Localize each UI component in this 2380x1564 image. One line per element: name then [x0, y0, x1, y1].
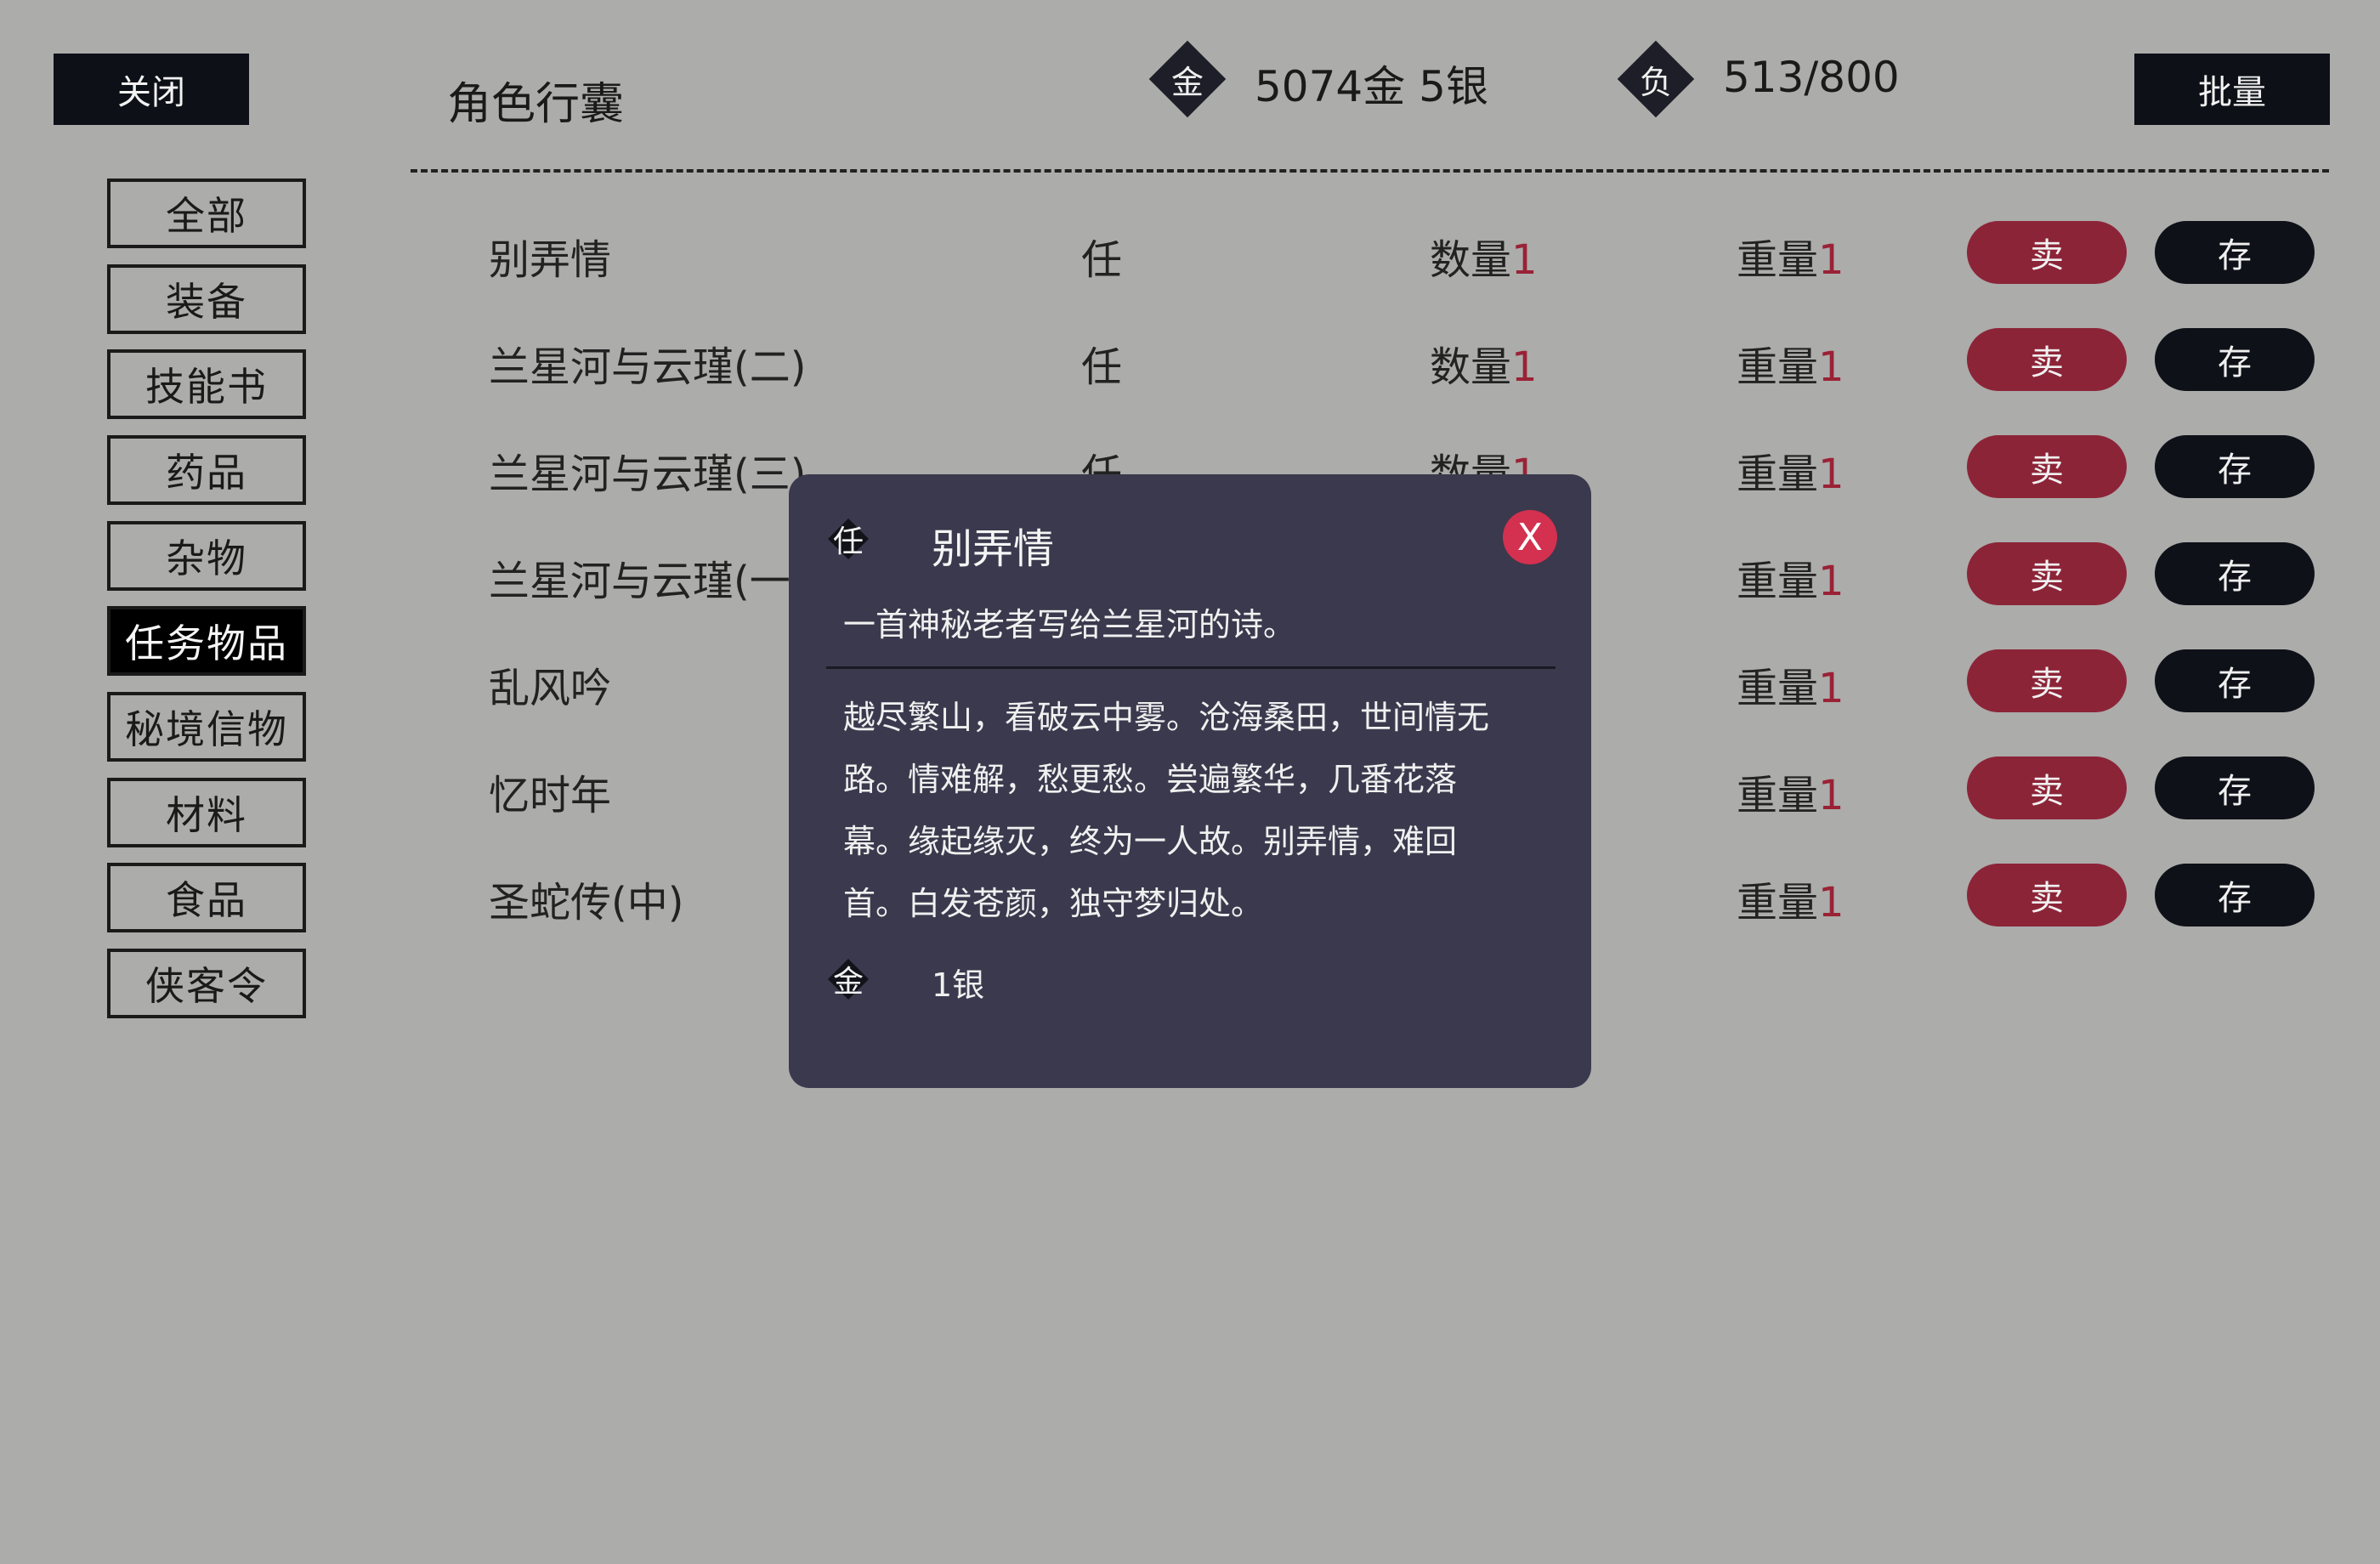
popup-divider — [826, 666, 1556, 669]
item-weight: 重量1 — [1737, 343, 1844, 391]
sell-button[interactable]: 卖 — [1967, 221, 2127, 284]
item-name[interactable]: 兰星河与云瑾(一 — [489, 547, 790, 607]
item-name[interactable]: 乱风吟 — [489, 654, 611, 714]
item-weight: 重量1 — [1737, 450, 1844, 498]
item-name[interactable]: 兰星河与云瑾(二) — [489, 333, 806, 393]
popup-title: 别弄情 — [932, 525, 1055, 573]
quest-type-icon: 任 — [823, 513, 874, 564]
store-button[interactable]: 存 — [2155, 328, 2315, 391]
item-quantity: 数量1 — [1430, 343, 1538, 391]
store-button[interactable]: 存 — [2155, 649, 2315, 712]
load-value: 513/800 — [1723, 53, 1900, 102]
store-button[interactable]: 存 — [2155, 542, 2315, 605]
item-name[interactable]: 忆时年 — [489, 762, 611, 821]
item-weight: 重量1 — [1737, 879, 1844, 926]
sidebar-item-quest-items[interactable]: 任务物品 — [107, 606, 306, 676]
item-name[interactable]: 圣蛇传(中) — [489, 869, 683, 928]
popup-price: 1银 — [932, 966, 985, 1004]
sidebar-item-food[interactable]: 食品 — [107, 863, 306, 932]
sell-button[interactable]: 卖 — [1967, 649, 2127, 712]
store-button[interactable]: 存 — [2155, 221, 2315, 284]
popup-close-button[interactable]: X — [1503, 510, 1557, 564]
sidebar-item-materials[interactable]: 材料 — [107, 778, 306, 847]
sidebar-item-all[interactable]: 全部 — [107, 178, 306, 248]
sell-button[interactable]: 卖 — [1967, 328, 2127, 391]
item-weight: 重量1 — [1737, 558, 1844, 605]
sidebar-item-hero-token[interactable]: 侠客令 — [107, 949, 306, 1018]
store-button[interactable]: 存 — [2155, 864, 2315, 926]
item-quantity: 数量1 — [1430, 236, 1538, 284]
poem-line: 幕。缘起缘灭，终为一人故。别弄情，难回 — [843, 823, 1458, 860]
popup-poem: 越尽繁山，看破云中雾。沧海桑田，世间情无 路。情难解，愁更愁。尝遍繁华，几番花落… — [843, 687, 1549, 935]
item-weight: 重量1 — [1737, 772, 1844, 819]
item-detail-popup: 任 别弄情 X 一首神秘老者写给兰星河的诗。 越尽繁山，看破云中雾。沧海桑田，世… — [789, 474, 1591, 1088]
store-button[interactable]: 存 — [2155, 435, 2315, 498]
close-button[interactable]: 关闭 — [54, 54, 249, 125]
sidebar-item-equipment[interactable]: 装备 — [107, 264, 306, 334]
header-divider — [411, 169, 2329, 173]
item-type: 任 — [1081, 343, 1123, 391]
batch-button[interactable]: 批量 — [2134, 54, 2330, 125]
sell-button[interactable]: 卖 — [1967, 435, 2127, 498]
item-weight: 重量1 — [1737, 236, 1844, 284]
item-name[interactable]: 别弄情 — [489, 226, 611, 286]
sell-button[interactable]: 卖 — [1967, 756, 2127, 819]
item-weight: 重量1 — [1737, 665, 1844, 712]
poem-line: 路。情难解，愁更愁。尝遍繁华，几番花落 — [843, 761, 1458, 798]
sidebar-item-skill-books[interactable]: 技能书 — [107, 349, 306, 419]
sidebar-item-misc[interactable]: 杂物 — [107, 521, 306, 591]
page-title: 角色行囊 — [447, 79, 625, 130]
popup-description: 一首神秘老者写给兰星河的诗。 — [843, 606, 1296, 643]
sell-button[interactable]: 卖 — [1967, 864, 2127, 926]
poem-line: 越尽繁山，看破云中雾。沧海桑田，世间情无 — [843, 699, 1490, 736]
item-type: 任 — [1081, 236, 1123, 284]
gold-icon: 金 — [823, 954, 874, 1005]
poem-line: 首。白发苍颜，独守梦归处。 — [843, 885, 1264, 922]
store-button[interactable]: 存 — [2155, 756, 2315, 819]
sidebar-item-realm-tokens[interactable]: 秘境信物 — [107, 692, 306, 762]
sidebar-item-medicine[interactable]: 药品 — [107, 435, 306, 505]
sell-button[interactable]: 卖 — [1967, 542, 2127, 605]
item-name[interactable]: 兰星河与云瑾(三) — [489, 440, 806, 500]
gold-value: 5074金 5银 — [1255, 62, 1488, 111]
